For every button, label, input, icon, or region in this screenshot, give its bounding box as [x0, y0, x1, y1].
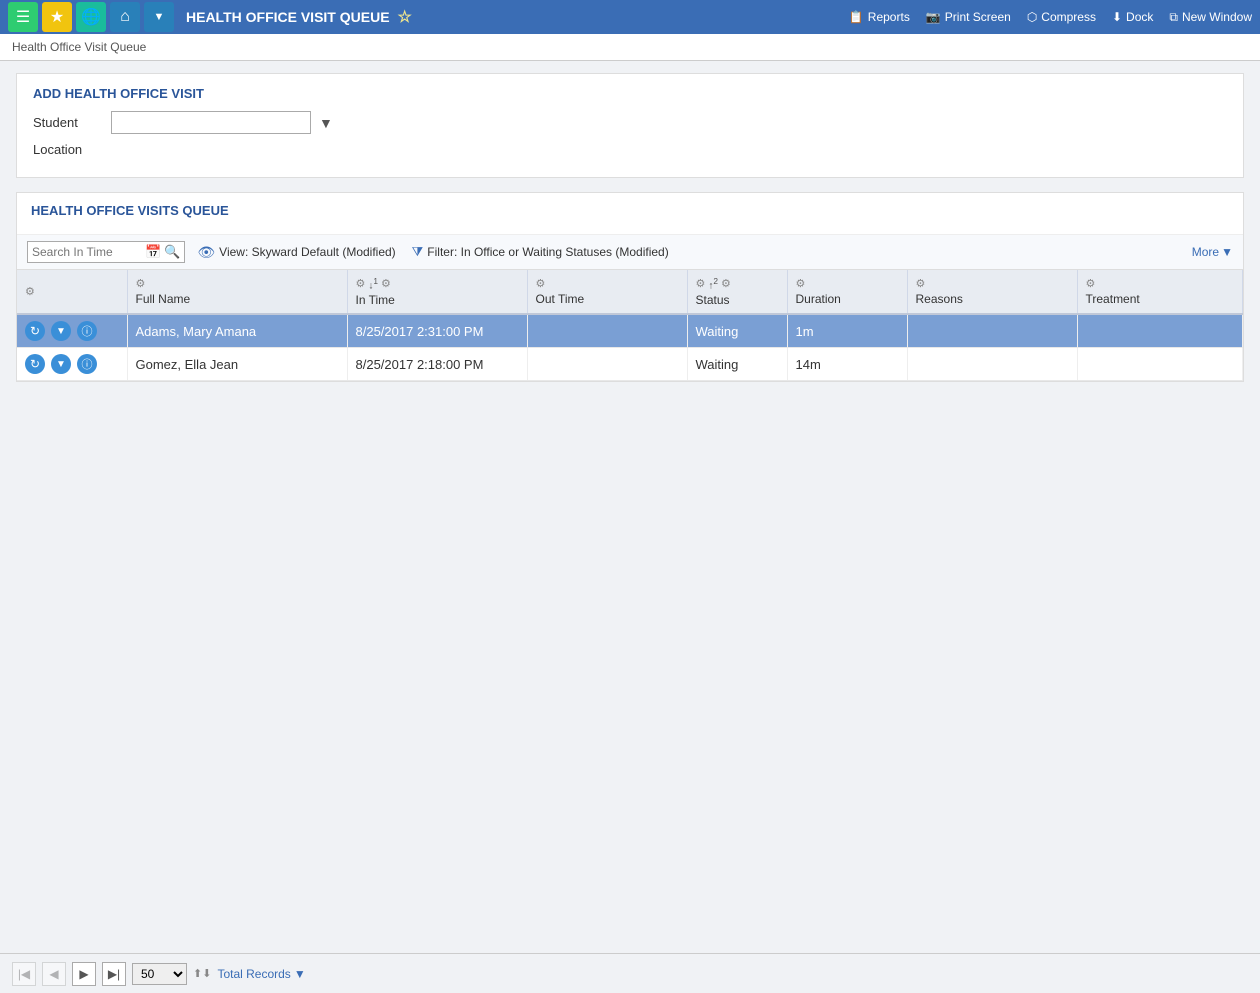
print-screen-button[interactable]: 📷 Print Screen: [926, 10, 1011, 24]
location-row: Location: [33, 142, 1227, 157]
compress-button[interactable]: ⬡ Compress: [1027, 10, 1096, 24]
col-header-treatment[interactable]: ⚙ Treatment: [1077, 270, 1243, 314]
row-refresh-icon[interactable]: ↻: [25, 321, 45, 341]
add-visit-header: ADD HEALTH OFFICE VISIT: [33, 86, 1227, 101]
col-header-actions: ⚙: [17, 270, 127, 314]
col-header-status[interactable]: ⚙ ↑2 ⚙ Status: [687, 270, 787, 314]
filter-icon: ⧩: [412, 244, 424, 260]
col-header-duration[interactable]: ⚙ Duration: [787, 270, 907, 314]
col-gear-duration-icon[interactable]: ⚙: [796, 277, 806, 290]
col-gear-out-time-icon[interactable]: ⚙: [536, 277, 546, 290]
col-header-reasons[interactable]: ⚙ Reasons: [907, 270, 1077, 314]
col-gear-in-time-icon[interactable]: ⚙: [356, 277, 366, 290]
col-gear-icon[interactable]: ⚙: [25, 285, 35, 298]
student-row: Student ▼: [33, 111, 1227, 134]
row-dropdown-icon[interactable]: ▼: [51, 321, 71, 341]
queue-section-header: HEALTH OFFICE VISITS QUEUE: [31, 203, 1229, 218]
dock-icon: ⬇: [1112, 10, 1122, 24]
col-gear-full-name-icon[interactable]: ⚙: [136, 277, 146, 290]
col-gear-reasons-icon[interactable]: ⚙: [916, 277, 926, 290]
home-icon-btn[interactable]: ⌂: [110, 2, 140, 32]
col-gear-in-time2-icon[interactable]: ⚙: [381, 277, 391, 290]
breadcrumb: Health Office Visit Queue: [0, 34, 1260, 61]
per-page-stepper-icon: ⬆⬇: [193, 967, 211, 980]
row-duration: 1m: [787, 314, 907, 348]
row-refresh-icon[interactable]: ↻: [25, 354, 45, 374]
table-row[interactable]: ↻ ▼ ⓘ Adams, Mary Amana 8/25/2017 2:31:0…: [17, 314, 1243, 348]
data-table: ⚙ ⚙ Full Name: [17, 270, 1243, 381]
next-page-button[interactable]: ▶: [72, 962, 96, 986]
student-dropdown-arrow[interactable]: ▼: [319, 115, 333, 131]
globe-icon-btn[interactable]: 🌐: [76, 2, 106, 32]
col-header-in-time[interactable]: ⚙ ↓1 ⚙ In Time: [347, 270, 527, 314]
col-header-out-time[interactable]: ⚙ Out Time: [527, 270, 687, 314]
first-page-button[interactable]: |◀: [12, 962, 36, 986]
row-info-icon[interactable]: ⓘ: [77, 321, 97, 341]
dropdown-chevron-btn[interactable]: ▼: [144, 2, 174, 32]
queue-toolbar: 📅 🔍 👁 View: Skyward Default (Modified) ⧩…: [17, 235, 1243, 270]
search-input[interactable]: [32, 245, 142, 259]
row-treatment: [1077, 348, 1243, 381]
main-content: ADD HEALTH OFFICE VISIT Student ▼ Locati…: [0, 61, 1260, 992]
student-input[interactable]: [111, 111, 311, 134]
row-dropdown-icon[interactable]: ▼: [51, 354, 71, 374]
pagination: |◀ ◀ ▶ ▶| 10 25 50 100 ⬆⬇ Total Records …: [0, 953, 1260, 993]
menu-icon-btn[interactable]: ☰: [8, 2, 38, 32]
row-out-time: [527, 314, 687, 348]
per-page-select[interactable]: 10 25 50 100: [132, 963, 187, 985]
new-window-icon: ⧉: [1169, 10, 1178, 25]
row-treatment: [1077, 314, 1243, 348]
sort-status-icon: ↑2: [708, 276, 718, 291]
more-chevron-icon: ▼: [1221, 245, 1233, 259]
student-label: Student: [33, 115, 103, 130]
add-visit-section: ADD HEALTH OFFICE VISIT Student ▼ Locati…: [16, 73, 1244, 178]
row-status: Waiting: [687, 314, 787, 348]
last-page-button[interactable]: ▶|: [102, 962, 126, 986]
reports-icon: 📋: [849, 10, 864, 24]
more-button[interactable]: More ▼: [1192, 245, 1233, 259]
view-selector-button[interactable]: 👁 View: Skyward Default (Modified): [193, 242, 399, 263]
filter-button[interactable]: ⧩ Filter: In Office or Waiting Statuses …: [408, 242, 673, 262]
sort-in-time-icon: ↓1: [368, 276, 378, 291]
location-label: Location: [33, 142, 103, 157]
col-gear-status-icon[interactable]: ⚙: [696, 277, 706, 290]
row-info-icon[interactable]: ⓘ: [77, 354, 97, 374]
row-actions-cell: ↻ ▼ ⓘ: [17, 348, 127, 381]
calendar-icon[interactable]: 📅: [145, 244, 161, 260]
row-in-time: 8/25/2017 2:18:00 PM: [347, 348, 527, 381]
row-in-time: 8/25/2017 2:31:00 PM: [347, 314, 527, 348]
page-title: HEALTH OFFICE VISIT QUEUE ☆: [178, 7, 845, 27]
row-reasons: [907, 348, 1077, 381]
col-header-full-name[interactable]: ⚙ Full Name: [127, 270, 347, 314]
row-status: Waiting: [687, 348, 787, 381]
table-row[interactable]: ↻ ▼ ⓘ Gomez, Ella Jean 8/25/2017 2:18:00…: [17, 348, 1243, 381]
search-icon[interactable]: 🔍: [164, 244, 180, 260]
total-records-chevron-icon: ▼: [294, 967, 306, 981]
row-reasons: [907, 314, 1077, 348]
favorite-star-icon[interactable]: ☆: [398, 7, 412, 27]
total-records-button[interactable]: Total Records ▼: [217, 967, 305, 981]
row-full-name: Adams, Mary Amana: [127, 314, 347, 348]
queue-section: HEALTH OFFICE VISITS QUEUE 📅 🔍 👁 View: S…: [16, 192, 1244, 382]
queue-header: HEALTH OFFICE VISITS QUEUE: [17, 193, 1243, 235]
print-screen-icon: 📷: [926, 10, 941, 24]
new-window-button[interactable]: ⧉ New Window: [1169, 10, 1252, 25]
row-out-time: [527, 348, 687, 381]
col-gear-status2-icon[interactable]: ⚙: [721, 277, 731, 290]
reports-button[interactable]: 📋 Reports: [849, 10, 910, 24]
topbar: ☰ ★ 🌐 ⌂ ▼ HEALTH OFFICE VISIT QUEUE ☆ 📋 …: [0, 0, 1260, 34]
title-text: HEALTH OFFICE VISIT QUEUE: [186, 9, 390, 25]
row-actions-cell: ↻ ▼ ⓘ: [17, 314, 127, 348]
row-duration: 14m: [787, 348, 907, 381]
topbar-actions: 📋 Reports 📷 Print Screen ⬡ Compress ⬇ Do…: [849, 10, 1252, 25]
col-gear-treatment-icon[interactable]: ⚙: [1086, 277, 1096, 290]
table-header-row: ⚙ ⚙ Full Name: [17, 270, 1243, 314]
dock-button[interactable]: ⬇ Dock: [1112, 10, 1153, 24]
eye-icon: 👁: [197, 244, 215, 261]
prev-page-button[interactable]: ◀: [42, 962, 66, 986]
row-full-name: Gomez, Ella Jean: [127, 348, 347, 381]
search-box[interactable]: 📅 🔍: [27, 241, 185, 263]
compress-icon: ⬡: [1027, 10, 1037, 24]
star-icon-btn[interactable]: ★: [42, 2, 72, 32]
